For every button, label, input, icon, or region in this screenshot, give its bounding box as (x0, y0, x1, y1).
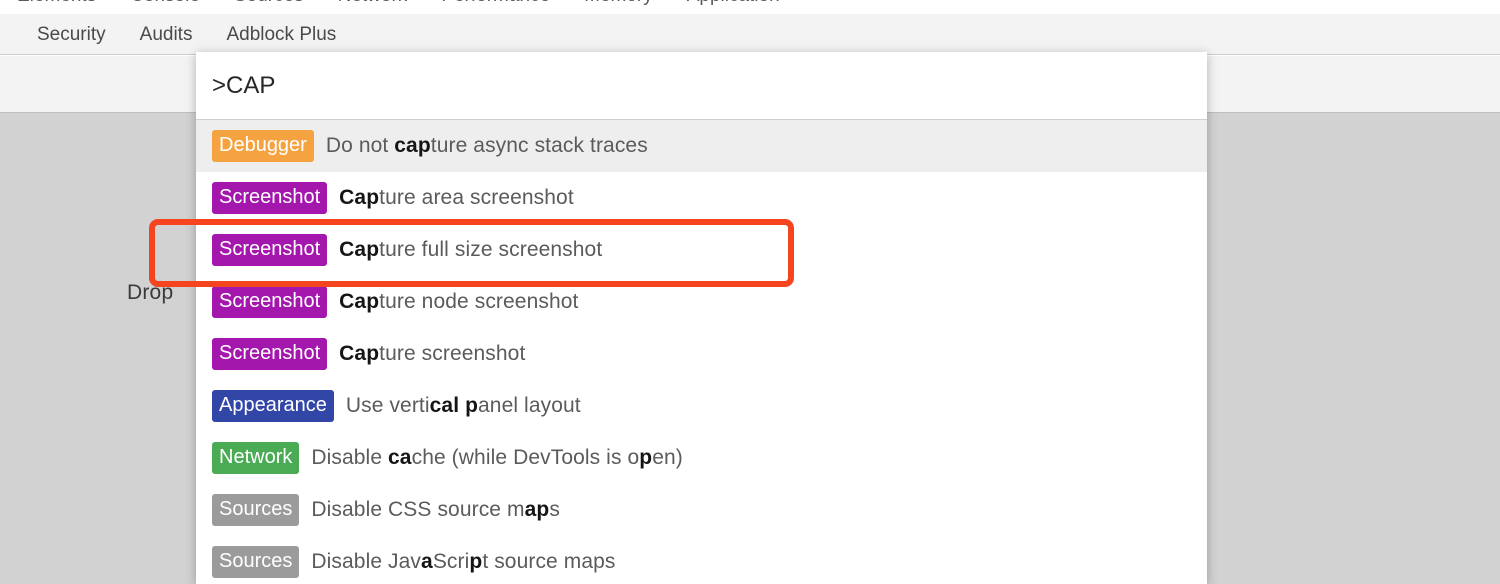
command-category-badge: Debugger (212, 130, 314, 162)
command-category-badge: Screenshot (212, 286, 327, 318)
command-palette-item[interactable]: Screenshot Capture node screenshot (196, 276, 1207, 328)
clipped-tab-memory[interactable]: Memory (567, 0, 670, 7)
command-title: Use vertical panel layout (346, 394, 581, 418)
command-palette-item[interactable]: Appearance Use vertical panel layout (196, 380, 1207, 432)
tab-audits[interactable]: Audits (123, 14, 210, 55)
command-palette-input[interactable] (212, 72, 1191, 100)
command-palette-item[interactable]: Sources Disable JavaScript source maps (196, 536, 1207, 584)
clipped-tab-sources[interactable]: Sources (217, 0, 321, 7)
command-palette-item[interactable]: Screenshot Capture area screenshot (196, 172, 1207, 224)
tab-security[interactable]: Security (20, 14, 123, 55)
command-title: Capture node screenshot (339, 290, 578, 314)
tab-adblock-plus[interactable]: Adblock Plus (209, 14, 353, 55)
command-title: Disable JavaScript source maps (311, 550, 615, 574)
command-palette-input-row[interactable] (196, 52, 1207, 120)
command-category-badge: Screenshot (212, 234, 327, 266)
clipped-tab-console[interactable]: Console (113, 0, 217, 7)
command-title: Do not capture async stack traces (326, 134, 648, 158)
command-title: Disable cache (while DevTools is open) (311, 446, 683, 470)
command-category-badge: Screenshot (212, 338, 327, 370)
drop-hint-text: Drop (127, 281, 173, 305)
command-palette-list: Debugger Do not capture async stack trace… (196, 120, 1207, 584)
clipped-tab-application[interactable]: Application (670, 0, 797, 7)
command-category-badge: Appearance (212, 390, 334, 422)
command-palette-item[interactable]: Screenshot Capture full size screenshot (196, 224, 1207, 276)
command-category-badge: Screenshot (212, 182, 327, 214)
devtools-window: ElementsConsoleSourcesNetworkPerformance… (0, 0, 1500, 584)
command-category-badge: Sources (212, 546, 299, 578)
command-title: Capture screenshot (339, 342, 525, 366)
command-palette-item[interactable]: Debugger Do not capture async stack trace… (196, 120, 1207, 172)
command-title: Capture full size screenshot (339, 238, 602, 262)
command-title: Capture area screenshot (339, 186, 574, 210)
command-palette: Debugger Do not capture async stack trace… (196, 52, 1207, 584)
devtools-tab-bar: SecurityAuditsAdblock Plus (0, 14, 1500, 55)
command-category-badge: Sources (212, 494, 299, 526)
clipped-tab-network[interactable]: Network (321, 0, 425, 7)
clipped-top-tab-list: ElementsConsoleSourcesNetworkPerformance… (0, 0, 797, 14)
command-category-badge: Network (212, 442, 299, 474)
command-palette-item[interactable]: Network Disable cache (while DevTools is … (196, 432, 1207, 484)
clipped-top-tab-strip: ElementsConsoleSourcesNetworkPerformance… (0, 0, 1500, 14)
clipped-tab-elements[interactable]: Elements (0, 0, 113, 7)
command-palette-item[interactable]: Screenshot Capture screenshot (196, 328, 1207, 380)
command-title: Disable CSS source maps (311, 498, 560, 522)
clipped-tab-performance[interactable]: Performance (424, 0, 567, 7)
command-palette-item[interactable]: Sources Disable CSS source maps (196, 484, 1207, 536)
